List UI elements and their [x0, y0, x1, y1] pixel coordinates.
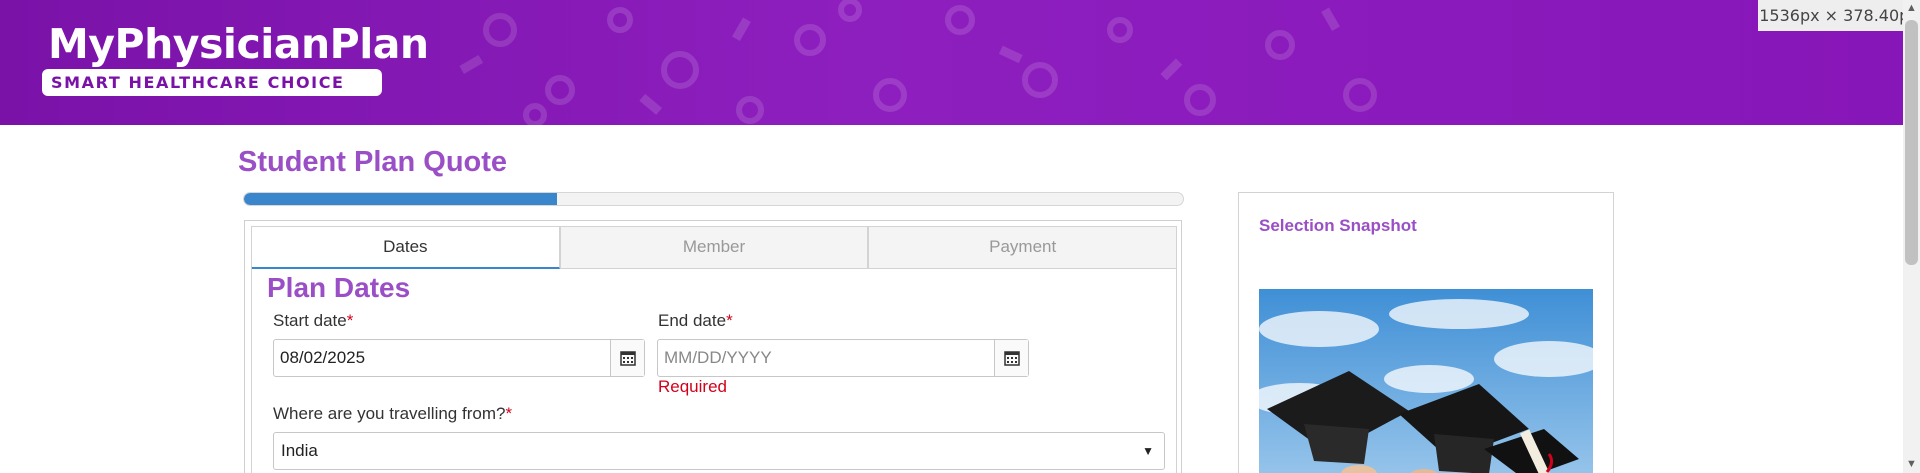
- scrollbar-thumb[interactable]: [1905, 20, 1918, 265]
- section-title: Plan Dates: [267, 272, 411, 303]
- brand-tagline: SMART HEALTHCARE CHOICE: [42, 69, 382, 96]
- tab-member[interactable]: Member: [559, 226, 869, 269]
- required-mark: *: [726, 311, 733, 330]
- end-date-label-text: End date: [658, 311, 727, 330]
- start-date-label: Start date*: [273, 311, 353, 331]
- end-date-field: [657, 339, 1029, 377]
- tab-dates[interactable]: Dates: [251, 226, 560, 269]
- chevron-down-icon: ▼: [1142, 444, 1154, 458]
- travel-from-label: Where are you travelling from?*: [273, 404, 512, 424]
- header-pattern: [459, 0, 1377, 125]
- start-date-input[interactable]: [274, 340, 610, 376]
- start-date-label-text: Start date: [273, 311, 347, 330]
- progress-bar: [243, 192, 1184, 206]
- snapshot-title: Selection Snapshot: [1259, 216, 1417, 235]
- start-date-field: [273, 339, 645, 377]
- site-header: MyPhysicianPlan SMART HEALTHCARE CHOICE: [0, 0, 1903, 125]
- travel-from-select[interactable]: India ▼: [273, 432, 1165, 470]
- end-date-error: Required: [658, 377, 727, 396]
- required-mark: *: [346, 311, 354, 330]
- scroll-up-arrow-icon[interactable]: ▲: [1903, 0, 1920, 17]
- calendar-icon: [1003, 351, 1020, 366]
- progress-bar-fill: [244, 193, 557, 205]
- dimension-tooltip: 1536px × 378.40px: [1758, 0, 1920, 31]
- wizard-tabs: Dates Member Payment: [251, 226, 1178, 269]
- end-date-label: End date*: [658, 311, 733, 331]
- required-mark: *: [505, 404, 513, 423]
- tab-payment[interactable]: Payment: [868, 226, 1178, 269]
- page: MyPhysicianPlan SMART HEALTHCARE CHOICE …: [0, 0, 1920, 473]
- scroll-down-arrow-icon[interactable]: ▼: [1903, 456, 1920, 473]
- end-date-input[interactable]: [658, 340, 994, 376]
- travel-from-selected-value: India: [281, 441, 318, 460]
- vertical-scrollbar[interactable]: ▲ ▼: [1903, 0, 1920, 473]
- calendar-icon: [619, 351, 636, 366]
- travel-from-label-text: Where are you travelling from?: [273, 404, 506, 423]
- graduation-caps-image: [1259, 289, 1593, 473]
- page-title: Student Plan Quote: [238, 146, 508, 178]
- selection-snapshot-panel: Selection Snapshot: [1238, 192, 1614, 473]
- brand-name: MyPhysicianPlan: [48, 20, 429, 68]
- start-date-calendar-button[interactable]: [610, 340, 644, 376]
- end-date-calendar-button[interactable]: [994, 340, 1028, 376]
- brand-logo[interactable]: MyPhysicianPlan SMART HEALTHCARE CHOICE: [42, 20, 429, 96]
